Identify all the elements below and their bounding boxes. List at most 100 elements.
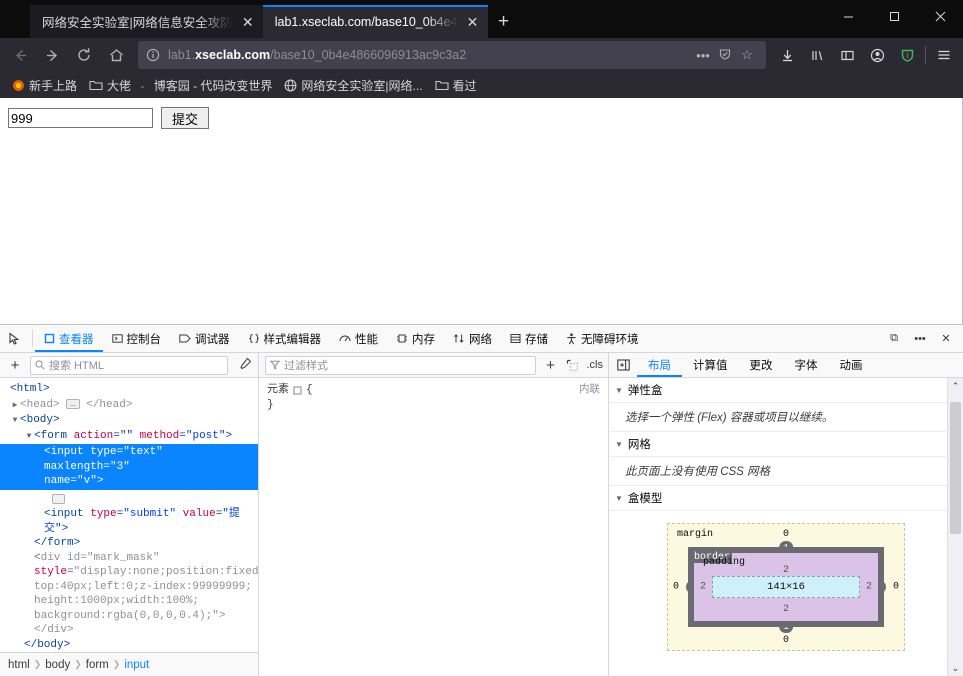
account-icon[interactable] bbox=[862, 41, 892, 69]
twisty-icon[interactable]: ▼ bbox=[10, 414, 20, 429]
element-rule[interactable]: 元素 { 内联 bbox=[267, 383, 600, 398]
print-styles-icon[interactable] bbox=[562, 353, 584, 378]
info-circle-icon[interactable] bbox=[146, 48, 160, 62]
forward-icon[interactable] bbox=[36, 41, 68, 69]
twisty-icon[interactable]: ▼ bbox=[24, 430, 34, 445]
tab-accessibility[interactable]: 无障碍环境 bbox=[557, 325, 648, 352]
page-actions-icon[interactable]: ••• bbox=[692, 48, 714, 63]
tab-computed[interactable]: 计算值 bbox=[682, 353, 739, 377]
flexbox-section-header[interactable]: ▼ 弹性盒 bbox=[609, 378, 963, 403]
close-icon[interactable]: ✕ bbox=[464, 13, 482, 31]
scroll-up-icon[interactable]: ⌃ bbox=[952, 378, 960, 394]
twisty-icon[interactable] bbox=[0, 383, 10, 398]
padding-left-value[interactable]: 2 bbox=[700, 582, 706, 593]
close-icon[interactable] bbox=[917, 0, 963, 32]
padding-right-value[interactable]: 2 bbox=[866, 582, 872, 593]
devtools-more-button[interactable]: ••• bbox=[907, 325, 933, 353]
padding-top-value[interactable]: 2 bbox=[783, 565, 789, 576]
downloads-icon[interactable] bbox=[772, 41, 802, 69]
library-icon[interactable] bbox=[802, 41, 832, 69]
tab-debugger[interactable]: 调试器 bbox=[170, 325, 239, 352]
close-icon[interactable]: ✕ bbox=[239, 13, 257, 31]
extension-icon[interactable] bbox=[892, 41, 922, 69]
home-icon[interactable] bbox=[100, 41, 132, 69]
grid-section-header[interactable]: ▼ 网格 bbox=[609, 432, 963, 457]
box-model-border[interactable]: border padding 2 2 2 2 141×16 bbox=[688, 547, 884, 627]
tab-memory[interactable]: 内存 bbox=[387, 325, 444, 352]
margin-bottom-value[interactable]: 0 bbox=[783, 635, 789, 646]
bookmark-item-2[interactable]: 博客园 - 代码改变世界 bbox=[148, 75, 279, 96]
filter-styles-input[interactable]: 过滤样式 bbox=[265, 355, 536, 375]
sidebar-icon[interactable] bbox=[832, 41, 862, 69]
eyedropper-icon[interactable] bbox=[232, 357, 258, 373]
padding-bottom-value[interactable]: 2 bbox=[783, 604, 789, 615]
expand-pane-icon[interactable] bbox=[609, 353, 637, 377]
tab-network[interactable]: 网络 bbox=[444, 325, 501, 352]
twisty-icon[interactable]: ▼ bbox=[615, 386, 623, 395]
tree-node-head[interactable]: ▶ <head> … </head> bbox=[0, 398, 258, 414]
tab-changes[interactable]: 更改 bbox=[739, 353, 784, 377]
tab-inspector[interactable]: 查看器 bbox=[35, 325, 103, 352]
shield-icon[interactable] bbox=[714, 47, 736, 64]
devtools-close-button[interactable]: ✕ bbox=[933, 325, 959, 353]
box-model-margin[interactable]: margin 0 0 0 0 1 1 1 1 border padding 2 bbox=[667, 523, 905, 651]
back-icon[interactable] bbox=[4, 41, 36, 69]
responsive-design-mode-button[interactable]: ⧉ bbox=[881, 325, 907, 353]
scrollbar-track[interactable] bbox=[948, 394, 963, 660]
breadcrumb-item-form[interactable]: form bbox=[86, 659, 109, 671]
url-text[interactable]: lab1.xseclab.com/base10_0b4e4866096913ac… bbox=[168, 48, 692, 62]
breadcrumb-item-body[interactable]: body bbox=[45, 659, 70, 671]
tab-layout[interactable]: 布局 bbox=[637, 353, 682, 377]
tree-node-div-mark-mask[interactable]: <div id="mark_mask" bbox=[0, 551, 258, 566]
minimize-icon[interactable] bbox=[825, 0, 871, 32]
tree-node-body[interactable]: ▼ <body> bbox=[0, 413, 258, 429]
bookmark-item-3[interactable]: 网络安全实验室|网络... bbox=[278, 75, 428, 96]
boxmodel-section-header[interactable]: ▼ 盒模型 bbox=[609, 486, 963, 511]
tree-node-input-submit[interactable]: <input type="submit" value="提交"> bbox=[0, 507, 258, 536]
bookmark-item-1[interactable]: 大佬 bbox=[83, 75, 137, 96]
tree-node-html[interactable]: <html> bbox=[0, 382, 258, 398]
collapsed-children-icon[interactable]: … bbox=[66, 398, 80, 409]
maximize-icon[interactable] bbox=[871, 0, 917, 32]
tree-node-text-whitespace[interactable] bbox=[0, 490, 258, 508]
twisty-icon[interactable]: ▼ bbox=[615, 494, 623, 503]
bookmark-item-4[interactable]: 看过 bbox=[429, 75, 483, 96]
chevron-down-icon[interactable]: ⌄ bbox=[137, 81, 148, 90]
menu-icon[interactable] bbox=[929, 41, 959, 69]
tab-storage[interactable]: 存储 bbox=[501, 325, 557, 352]
add-rule-button[interactable]: + bbox=[540, 353, 562, 378]
layout-scrollbar[interactable]: ⌃ ⌄ bbox=[947, 378, 963, 676]
element-classes-button[interactable]: .cls bbox=[584, 353, 607, 378]
scroll-down-icon[interactable]: ⌄ bbox=[952, 660, 960, 676]
browser-tab-1[interactable]: 网络安全实验室|网络信息安全攻防 ✕ bbox=[30, 5, 263, 38]
tab-style-editor[interactable]: 样式编辑器 bbox=[239, 325, 331, 352]
breadcrumb-item-html[interactable]: html bbox=[8, 659, 30, 671]
tree-node-form[interactable]: ▼ <form action="" method="post"> bbox=[0, 429, 258, 445]
url-bar[interactable]: lab1.xseclab.com/base10_0b4e4866096913ac… bbox=[138, 41, 766, 69]
tab-animations[interactable]: 动画 bbox=[829, 353, 874, 377]
margin-left-value[interactable]: 0 bbox=[673, 582, 679, 593]
tab-fonts[interactable]: 字体 bbox=[784, 353, 829, 377]
whitespace-node-icon[interactable] bbox=[52, 493, 66, 504]
scrollbar-thumb[interactable] bbox=[950, 402, 961, 534]
margin-top-value[interactable]: 0 bbox=[783, 529, 789, 540]
rule-target-icon[interactable] bbox=[293, 386, 302, 395]
value-input[interactable] bbox=[8, 108, 153, 128]
margin-right-value[interactable]: 0 bbox=[893, 582, 899, 593]
reload-icon[interactable] bbox=[68, 41, 100, 69]
rule-source[interactable]: 内联 bbox=[579, 383, 600, 398]
element-picker-icon[interactable] bbox=[0, 325, 30, 352]
bookmark-star-icon[interactable]: ☆ bbox=[736, 47, 758, 63]
bookmark-item-0[interactable]: 新手上路 bbox=[6, 75, 83, 96]
twisty-icon[interactable]: ▼ bbox=[615, 440, 623, 449]
tab-console[interactable]: 控制台 bbox=[103, 325, 171, 352]
twisty-icon[interactable]: ▶ bbox=[10, 399, 20, 414]
browser-tab-2[interactable]: lab1.xseclab.com/base10_0b4e4 ✕ bbox=[262, 5, 488, 38]
new-tab-button[interactable]: + bbox=[488, 5, 520, 38]
box-model-content-size[interactable]: 141×16 bbox=[712, 576, 860, 598]
submit-button[interactable]: 提交 bbox=[161, 107, 210, 129]
tab-performance[interactable]: 性能 bbox=[330, 325, 387, 352]
tree-node-input-text-selected[interactable]: <input type="text" maxlength="3" name="v"… bbox=[0, 444, 258, 490]
breadcrumb-item-input[interactable]: input bbox=[124, 659, 149, 671]
add-node-button[interactable]: + bbox=[0, 358, 30, 373]
